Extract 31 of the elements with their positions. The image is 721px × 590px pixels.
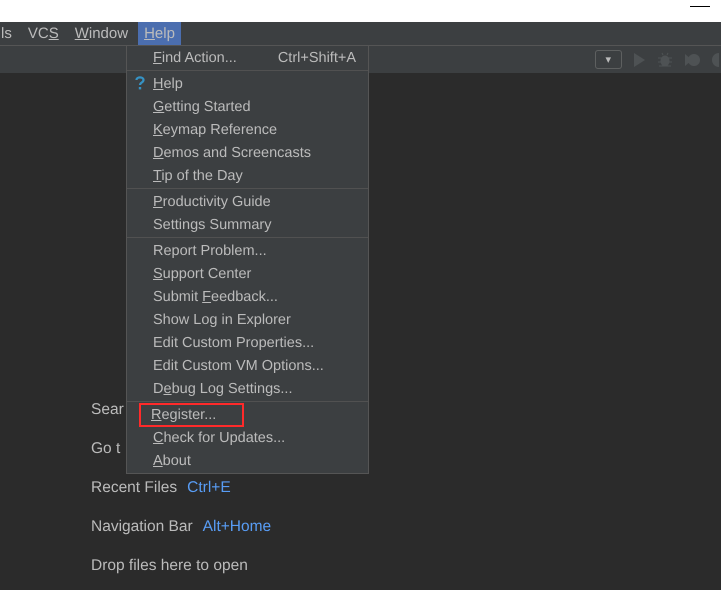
menu-item[interactable]: Register... (127, 403, 368, 426)
welcome-hint: Navigation Bar (91, 518, 193, 536)
menu-item[interactable]: Submit Feedback... (127, 285, 368, 308)
welcome-hint: Drop files here to open (91, 557, 248, 575)
welcome-hint: Recent Files (91, 479, 178, 497)
menu-item[interactable]: Edit Custom Properties... (127, 331, 368, 354)
shortcut-hint: Alt+Home (202, 518, 272, 536)
menu-item[interactable]: About (127, 449, 368, 472)
menu-bar-item[interactable]: VCS (22, 22, 65, 45)
welcome-hint: Go t (91, 440, 120, 458)
welcome-hint: Sear (91, 401, 124, 419)
help-icon (135, 76, 145, 90)
configuration-dropdown[interactable]: ▾ (595, 50, 622, 69)
menu-item[interactable]: Productivity Guide (127, 190, 368, 213)
menu-item[interactable]: Edit Custom VM Options... (127, 354, 368, 377)
menu-item[interactable]: Demos and Screencasts (127, 141, 368, 164)
menu-bar-item[interactable]: Window (68, 22, 134, 45)
menu-item[interactable]: Keymap Reference (127, 118, 368, 141)
menu-item[interactable]: Show Log in Explorer (127, 308, 368, 331)
menu-item[interactable]: Tip of the Day (127, 164, 368, 187)
menu-item[interactable]: Getting Started (127, 95, 368, 118)
menu-item[interactable]: Support Center (127, 262, 368, 285)
menu-item[interactable]: Help (127, 72, 368, 95)
minimize-button[interactable] (690, 6, 710, 7)
menu-item[interactable]: Settings Summary (127, 213, 368, 236)
menu-bar-item[interactable]: ls (0, 22, 18, 45)
menu-item[interactable]: Find Action... Ctrl+Shift+A (127, 46, 368, 69)
shortcut-hint: Ctrl+E (187, 479, 231, 497)
menu-item[interactable]: Check for Updates... (127, 426, 368, 449)
menu-item[interactable]: Debug Log Settings... (127, 377, 368, 400)
menu-item[interactable]: Report Problem... (127, 239, 368, 262)
